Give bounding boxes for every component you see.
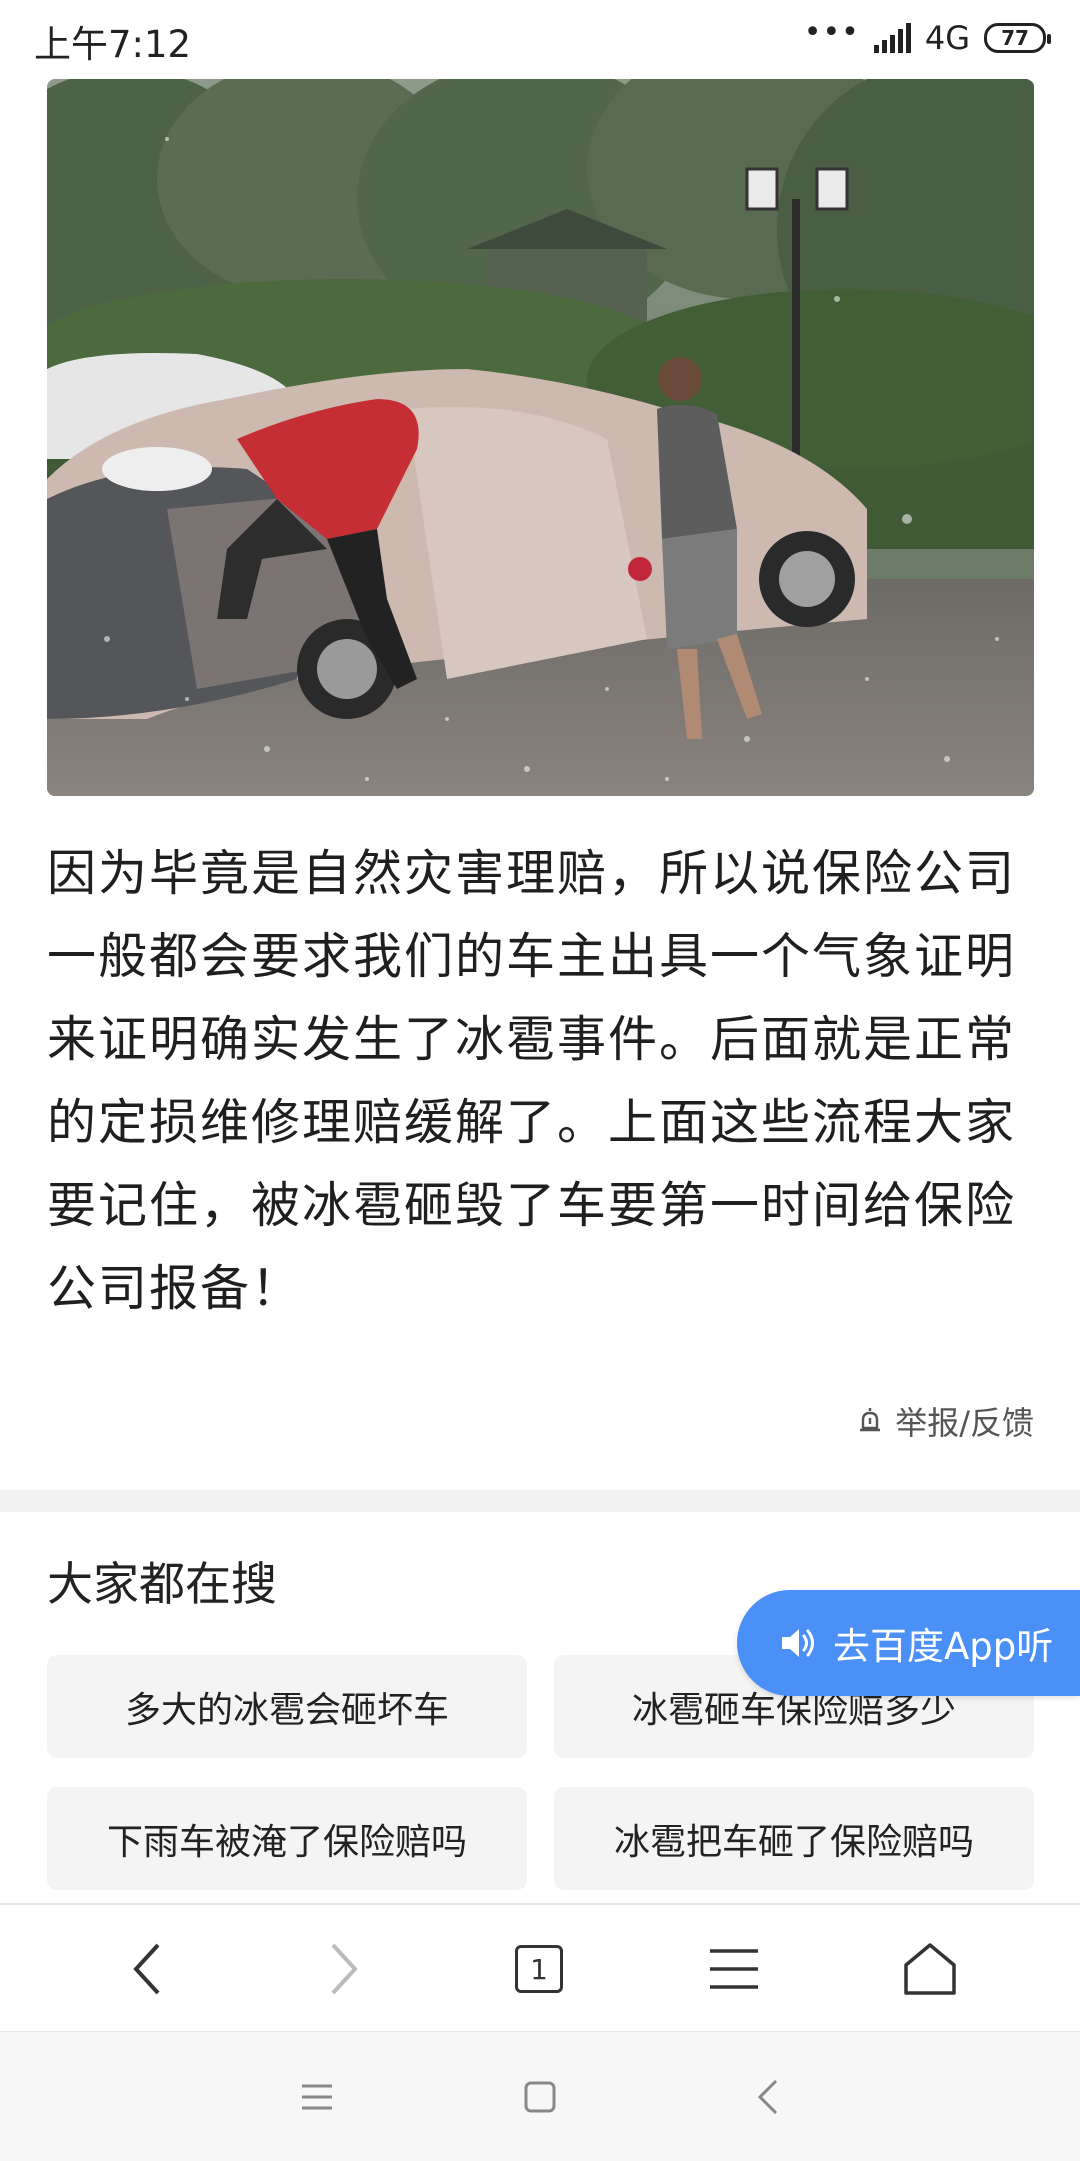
recent-apps-button[interactable]	[267, 2032, 367, 2161]
system-navigation-bar	[0, 2031, 1080, 2161]
related-search-item[interactable]: 冰雹把车砸了保险赔吗	[554, 1787, 1034, 1890]
article-photo	[47, 79, 1034, 796]
battery-level: 77	[1001, 26, 1029, 50]
home-button[interactable]	[870, 1905, 990, 2033]
article-paragraph: 因为毕竟是自然灾害理赔，所以说保险公司一般都会要求我们的车主出具一个气象证明来证…	[47, 845, 1017, 1317]
browser-toolbar: 1	[0, 1903, 1080, 2033]
speaker-icon	[782, 1629, 814, 1657]
square-home-icon	[524, 2081, 556, 2112]
home-icon	[904, 1943, 956, 1995]
listen-in-app-button[interactable]: 去百度App听	[737, 1590, 1080, 1696]
status-time: 上午7:12	[34, 23, 192, 66]
back-button[interactable]	[88, 1905, 208, 2033]
related-search-item[interactable]: 多大的冰雹会砸坏车	[47, 1655, 527, 1758]
chevron-left-icon	[133, 1943, 160, 1995]
listen-button-label: 去百度App听	[833, 1625, 1054, 1668]
more-dots-icon: •••	[803, 15, 860, 50]
system-back-button[interactable]	[718, 2032, 818, 2161]
menu-button[interactable]	[674, 1905, 794, 2033]
chevron-right-icon	[331, 1943, 358, 1995]
car-in-hailstorm-image	[47, 79, 1034, 796]
forward-button[interactable]	[283, 1905, 403, 2033]
report-feedback-link[interactable]: 举报/反馈	[855, 1398, 1034, 1444]
status-indicators: ••• 4G 77	[803, 15, 1051, 60]
recent-apps-icon	[302, 2084, 332, 2109]
tabs-icon: 1	[515, 1945, 563, 1993]
network-type: 4G	[924, 19, 970, 57]
section-divider	[0, 1490, 1080, 1512]
alarm-bell-icon	[860, 1408, 881, 1432]
status-bar: 上午7:12 ••• 4G 77	[0, 0, 1080, 76]
related-search-item[interactable]: 下雨车被淹了保险赔吗	[47, 1787, 527, 1890]
tabs-button[interactable]: 1	[479, 1905, 599, 2033]
tab-count: 1	[530, 1952, 548, 1986]
battery-icon: 77	[984, 23, 1051, 53]
signal-icon	[873, 23, 911, 53]
related-searches-title: 大家都在搜	[47, 1557, 277, 1611]
back-arrow-icon	[757, 2079, 778, 2114]
report-feedback-label: 举报/反馈	[895, 1404, 1034, 1442]
menu-icon	[710, 1949, 758, 1989]
system-home-button[interactable]	[490, 2032, 590, 2161]
